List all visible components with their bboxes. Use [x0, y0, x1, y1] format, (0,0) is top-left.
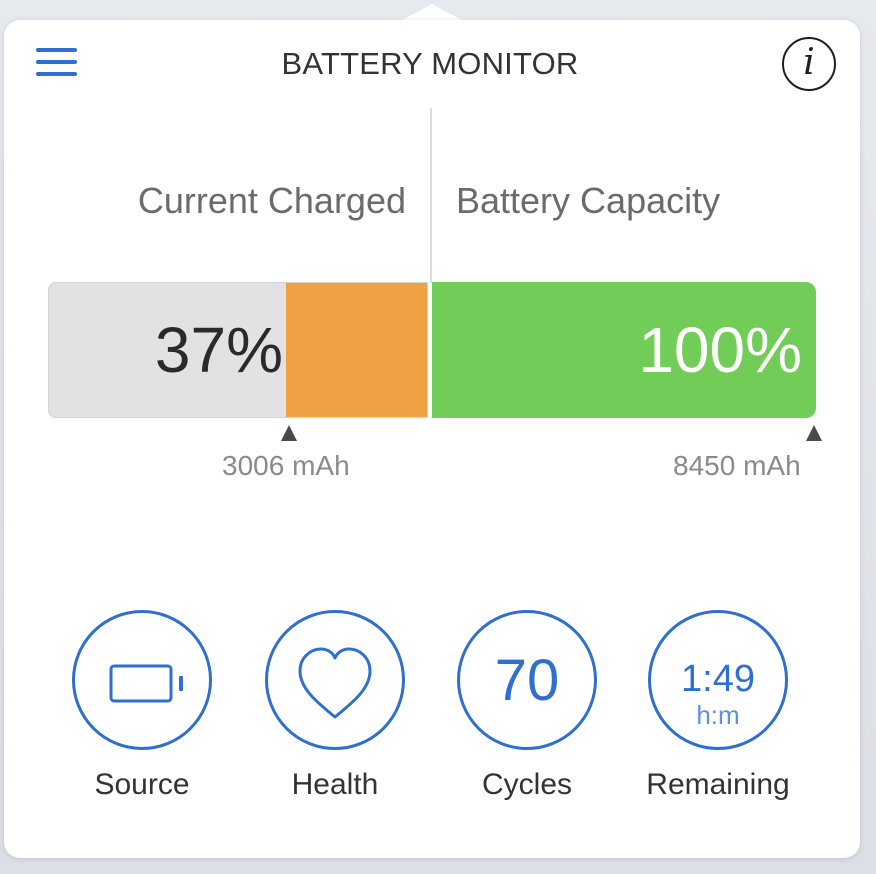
- source-button[interactable]: [72, 610, 212, 750]
- current-charged-fill: [286, 283, 427, 417]
- menu-button[interactable]: [36, 48, 77, 78]
- remaining-label: Remaining: [646, 768, 790, 801]
- column-divider: [430, 108, 432, 283]
- popover-pointer: [400, 4, 464, 21]
- cycles-button[interactable]: 70: [457, 610, 597, 750]
- cycles-label: Cycles: [481, 768, 572, 801]
- battery-capacity-marker-icon: [806, 425, 822, 441]
- current-charged-mah: 3006 mAh: [222, 450, 350, 481]
- remaining-time-unit: h:m: [696, 700, 740, 730]
- remaining-time-value: 1:49: [681, 658, 755, 700]
- current-charged-label: Current Charged: [137, 180, 406, 221]
- current-charged-marker-icon: [281, 425, 297, 441]
- info-icon: i: [803, 42, 815, 83]
- battery-icon: [109, 664, 183, 703]
- heart-icon: [298, 647, 372, 719]
- cycles-value: 70: [494, 648, 560, 713]
- stat-cycles[interactable]: 70 Cycles: [454, 610, 600, 802]
- stat-remaining[interactable]: 1:49 h:m Remaining: [645, 610, 791, 802]
- current-charged-percent: 37%: [154, 314, 283, 386]
- info-button[interactable]: i: [782, 37, 836, 91]
- battery-capacity-gauge: 100%: [432, 282, 816, 418]
- health-label: Health: [291, 768, 379, 801]
- remaining-button[interactable]: 1:49 h:m: [648, 610, 788, 750]
- health-button[interactable]: [265, 610, 405, 750]
- current-charged-gauge: 37%: [48, 282, 428, 418]
- battery-capacity-label: Battery Capacity: [456, 180, 721, 221]
- stat-source[interactable]: Source: [69, 610, 215, 802]
- stat-health[interactable]: Health: [262, 610, 408, 802]
- battery-capacity-percent: 100%: [638, 314, 802, 386]
- battery-capacity-mah: 8450 mAh: [673, 450, 801, 481]
- page-title: BATTERY MONITOR: [281, 46, 579, 81]
- source-label: Source: [94, 768, 190, 801]
